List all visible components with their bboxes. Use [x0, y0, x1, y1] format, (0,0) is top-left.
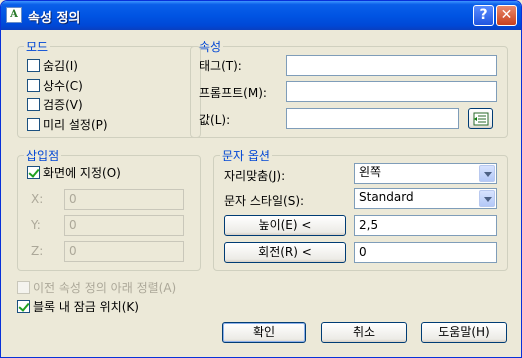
default-value-label: 값(L):	[199, 113, 231, 127]
height-pick-button[interactable]: 높이(E) <	[224, 215, 346, 236]
z-input[interactable]: 0	[64, 241, 184, 262]
specify-on-screen-label[interactable]: 화면에 지정(O)	[43, 164, 121, 181]
z-label: Z:	[31, 244, 44, 258]
insert-field-icon	[473, 112, 489, 126]
attribute-definition-dialog: A 속성 정의 ? ✕ 모드 숨김(I) 상수(C) 검증(V) 미리 설정(P…	[0, 0, 522, 358]
text-options-legend: 문자 옵션	[222, 149, 270, 163]
y-input[interactable]: 0	[64, 215, 184, 236]
justification-value: 왼쪽	[359, 165, 382, 179]
lock-position-checkbox[interactable]	[17, 300, 30, 313]
prompt-label: 프롬프트(M):	[199, 86, 267, 100]
attribute-legend: 속성	[199, 40, 222, 54]
text-style-value: Standard	[359, 190, 414, 204]
x-label: X:	[31, 192, 44, 206]
tag-input[interactable]	[286, 55, 497, 76]
chevron-down-icon[interactable]	[479, 190, 495, 207]
preset-checkbox[interactable]	[27, 118, 40, 131]
invisible-checkbox[interactable]	[27, 59, 40, 72]
prompt-input[interactable]	[286, 81, 497, 102]
constant-label[interactable]: 상수(C)	[43, 77, 83, 94]
titlebar-help-button[interactable]: ?	[473, 5, 494, 26]
titlebar-close-button[interactable]: ✕	[496, 5, 517, 26]
insert-field-button[interactable]	[468, 108, 493, 129]
specify-on-screen-checkbox[interactable]	[27, 166, 40, 179]
tag-label: 태그(T):	[199, 59, 242, 73]
text-style-label: 문자 스타일(S):	[224, 194, 305, 208]
y-label: Y:	[31, 218, 41, 232]
cancel-button[interactable]: 취소	[321, 322, 407, 343]
rotation-pick-button[interactable]: 회전(R) <	[224, 242, 346, 263]
lock-position-label[interactable]: 블록 내 잠금 위치(K)	[33, 298, 139, 315]
default-value-input[interactable]	[286, 108, 459, 129]
x-input[interactable]: 0	[64, 189, 184, 210]
chevron-down-icon[interactable]	[479, 165, 495, 182]
verify-label[interactable]: 검증(V)	[43, 96, 83, 113]
invisible-label[interactable]: 숨김(I)	[43, 57, 78, 74]
justification-select[interactable]: 왼쪽	[354, 163, 497, 184]
rotation-input[interactable]: 0	[354, 242, 497, 263]
align-below-checkbox[interactable]	[17, 281, 30, 294]
height-input[interactable]: 2,5	[354, 215, 497, 236]
title-bar[interactable]: A 속성 정의 ? ✕	[1, 1, 521, 30]
align-below-label[interactable]: 이전 속성 정의 아래 정렬(A)	[33, 279, 176, 296]
constant-checkbox[interactable]	[27, 79, 40, 92]
insertion-point-legend: 삽입점	[26, 149, 60, 163]
ok-button[interactable]: 확인	[222, 322, 306, 343]
verify-checkbox[interactable]	[27, 98, 40, 111]
window-title: 속성 정의	[28, 11, 81, 26]
justification-label: 자리맞춤(J):	[224, 169, 286, 183]
mode-legend: 모드	[26, 40, 49, 54]
preset-label[interactable]: 미리 설정(P)	[43, 116, 108, 133]
app-icon: A	[6, 7, 22, 23]
help-button[interactable]: 도움말(H)	[421, 322, 507, 343]
text-style-select[interactable]: Standard	[354, 188, 497, 209]
